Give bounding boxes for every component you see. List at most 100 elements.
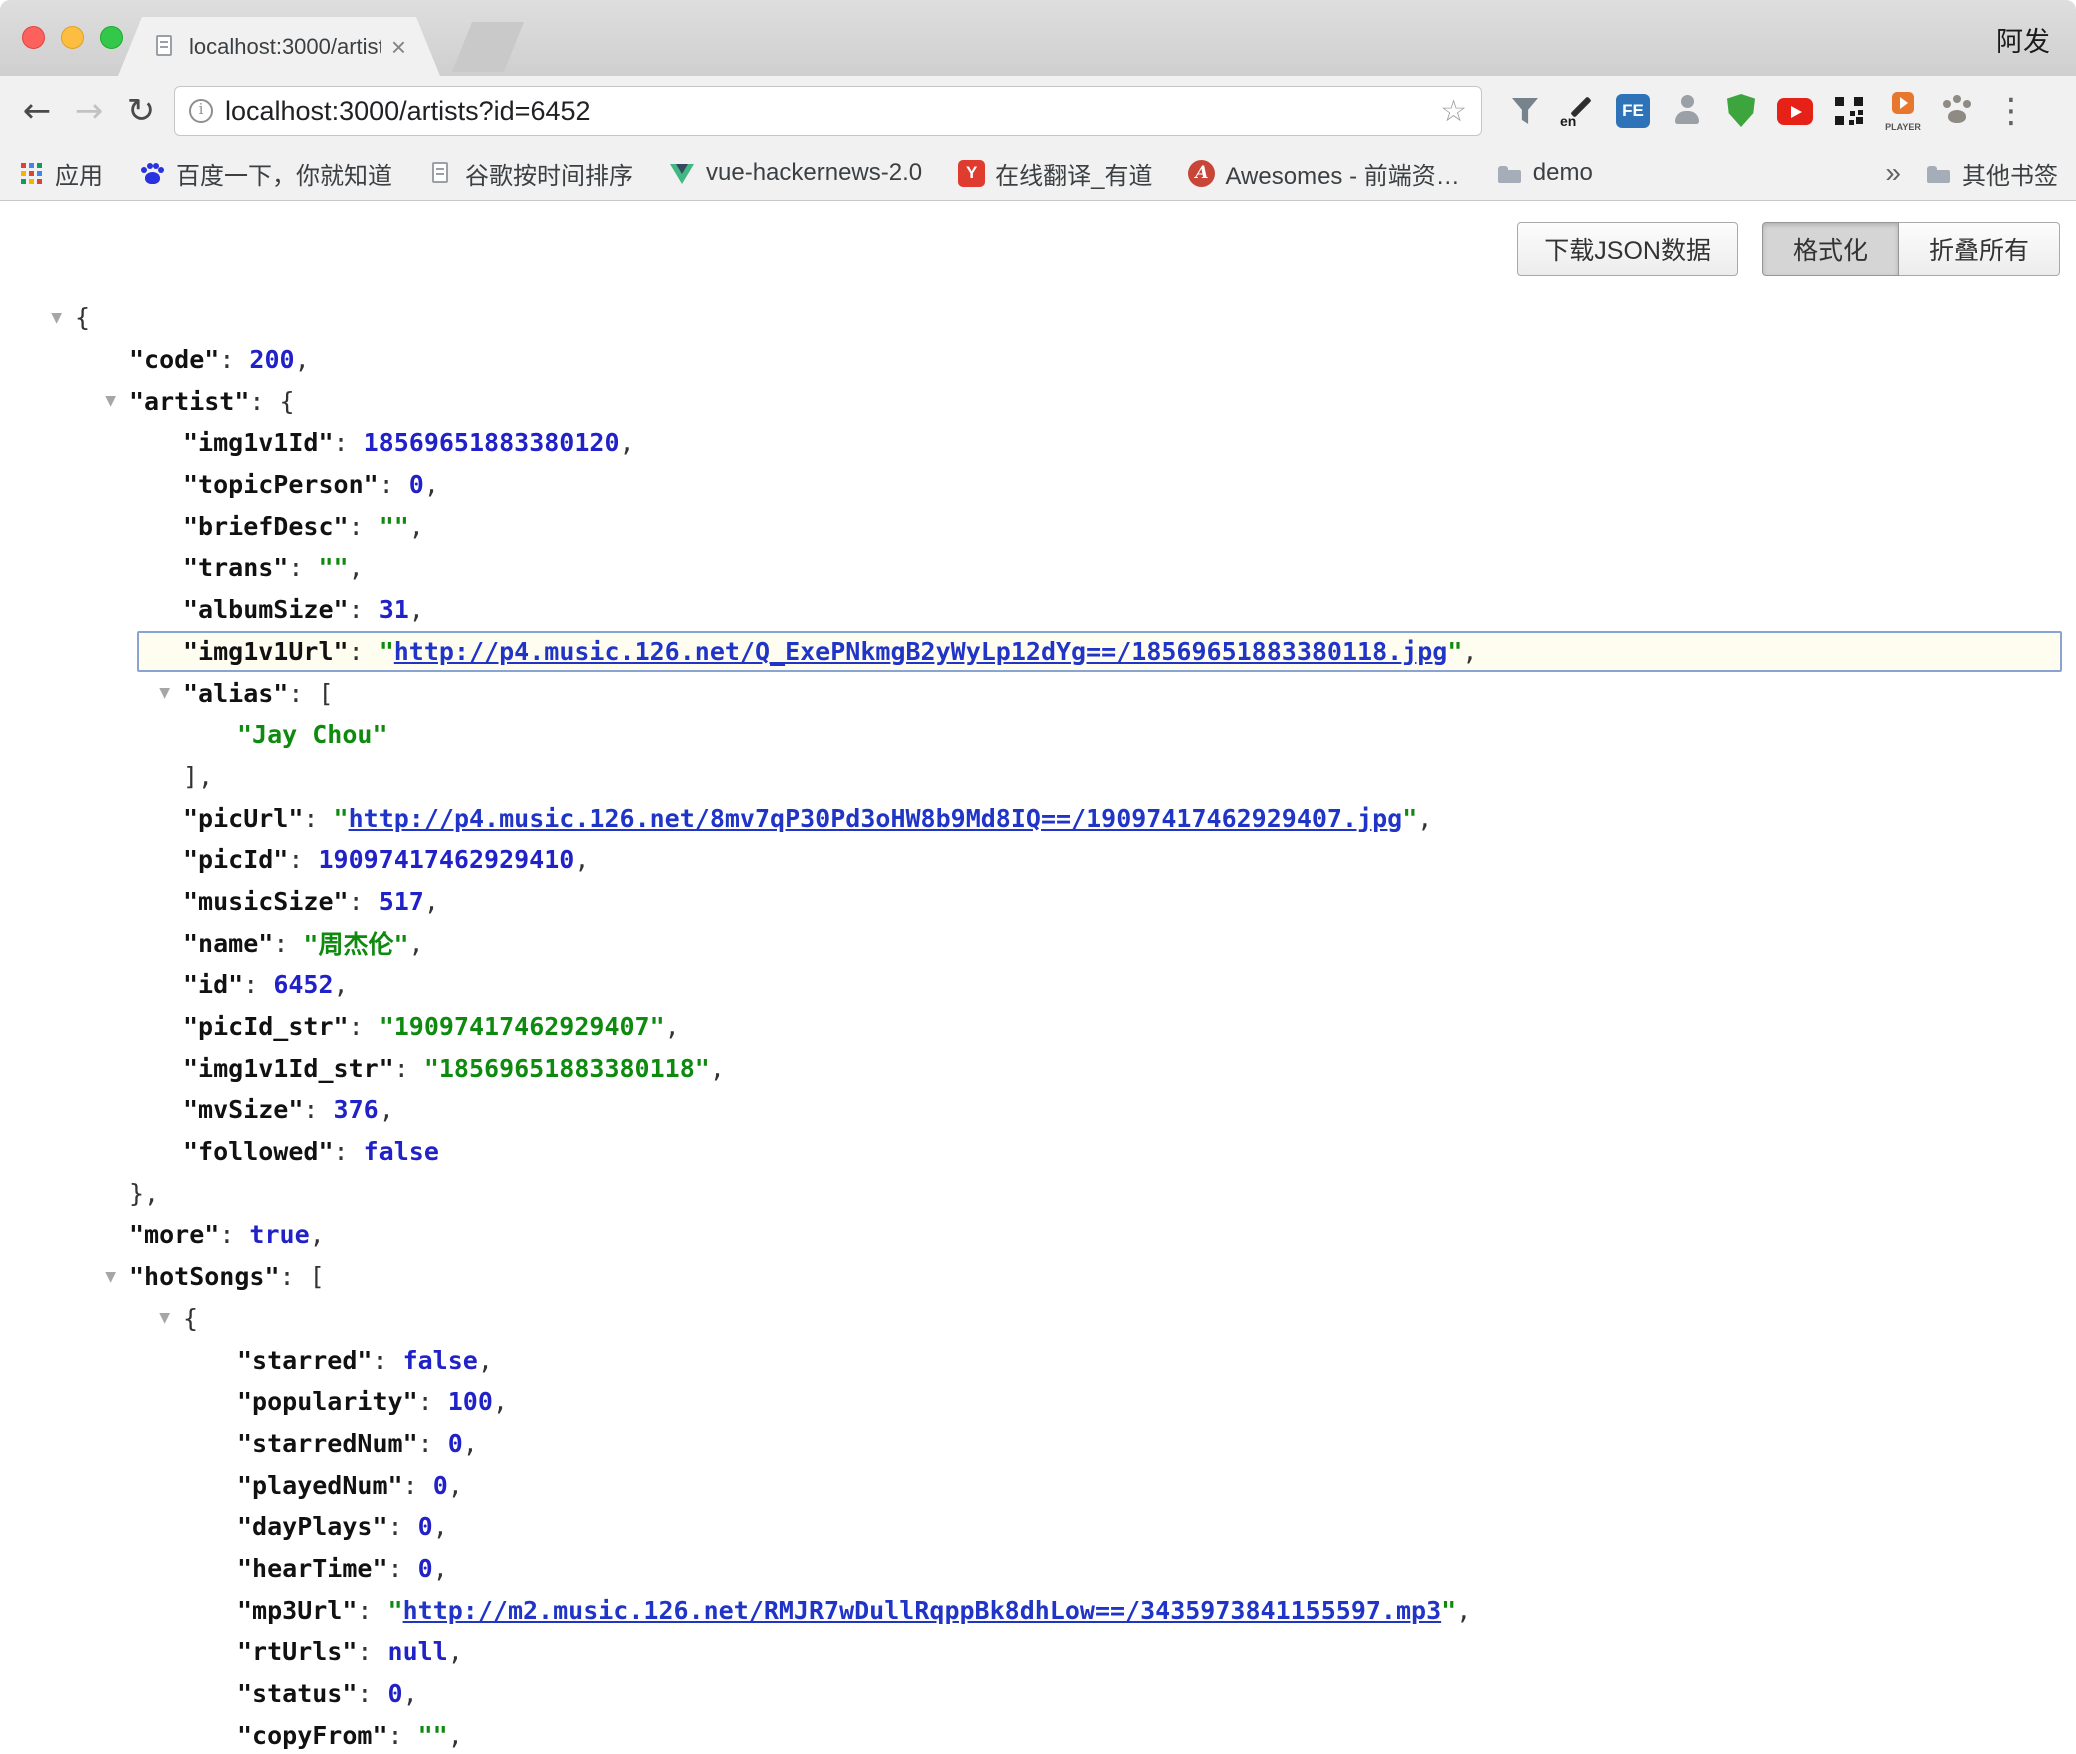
paw-extension-icon[interactable] [1934, 88, 1980, 134]
json-punctuation: : [357, 1637, 387, 1666]
json-key: "followed" [183, 1137, 334, 1166]
bookmark-item[interactable]: 百度一下，你就知道 [139, 156, 392, 191]
json-key: "mvSize" [183, 1095, 303, 1124]
collapse-toggle-icon[interactable]: ▼ [159, 685, 170, 701]
json-string: " [334, 804, 349, 833]
collapse-toggle-icon[interactable]: ▼ [105, 393, 116, 409]
translate-en-extension-icon[interactable]: en [1556, 88, 1602, 134]
json-punctuation: , [433, 1512, 448, 1541]
minimize-window-button[interactable] [61, 26, 84, 49]
bookmark-label: 应用 [55, 156, 103, 191]
json-punctuation: , [493, 1387, 508, 1416]
bookmark-item[interactable]: Y在线翻译_有道 [958, 156, 1152, 191]
funnel-extension-icon[interactable] [1502, 88, 1548, 134]
json-punctuation: , [1456, 1596, 1471, 1625]
json-punctuation: , [448, 1637, 463, 1666]
json-url-link[interactable]: http://m2.music.126.net/RMJR7wDullRqppBk… [403, 1596, 1442, 1625]
json-string: " [388, 1596, 403, 1625]
bookmark-item[interactable]: 谷歌按时间排序 [428, 156, 633, 191]
json-punctuation: , [1462, 637, 1477, 666]
browser-tab[interactable]: localhost:3000/artists?id=645 × [118, 17, 440, 76]
json-punctuation: : [357, 1596, 387, 1625]
json-key: "albumSize" [183, 595, 349, 624]
youtube-extension-icon[interactable] [1772, 88, 1818, 134]
json-punctuation: , [448, 1721, 463, 1750]
json-url-link[interactable]: http://p4.music.126.net/8mv7qP30Pd3oHW8b… [349, 804, 1403, 833]
bookmark-item[interactable]: vue-hackernews-2.0 [669, 159, 922, 187]
json-url-link[interactable]: http://p4.music.126.net/Q_ExePNkmgB2yWyL… [394, 637, 1448, 666]
json-line: "starredNum": 0, [0, 1423, 2076, 1465]
collapse-toggle-icon[interactable]: ▼ [51, 310, 62, 326]
json-punctuation: : [372, 1346, 402, 1375]
bookmark-label: 谷歌按时间排序 [465, 156, 633, 191]
json-line: "picId": 19097417462929410, [0, 839, 2076, 881]
close-window-button[interactable] [22, 26, 45, 49]
format-button[interactable]: 格式化 [1762, 222, 1899, 276]
json-number: 0 [418, 1512, 433, 1541]
bookmark-item[interactable]: demo [1496, 159, 1593, 187]
collapse-toggle-icon[interactable]: ▼ [105, 1269, 116, 1285]
json-line: "hearTime": 0, [0, 1548, 2076, 1590]
new-tab-button[interactable] [452, 22, 524, 72]
json-line: "copyFrom": "", [0, 1714, 2076, 1754]
collapse-toggle-icon[interactable]: ▼ [159, 1310, 170, 1326]
json-number: 376 [334, 1095, 379, 1124]
profile-name[interactable]: 阿发 [1996, 20, 2050, 59]
bookmark-star-icon[interactable]: ☆ [1440, 94, 1467, 129]
json-line: "playedNum": 0, [0, 1464, 2076, 1506]
bookmark-item[interactable]: AAwesomes - 前端资… [1188, 156, 1459, 191]
download-json-button[interactable]: 下载JSON数据 [1517, 222, 1738, 276]
json-punctuation: : [349, 512, 379, 541]
qrcode-extension-icon[interactable] [1826, 88, 1872, 134]
json-line: }, [0, 1172, 2076, 1214]
json-punctuation: : [334, 428, 364, 457]
bookmark-label: demo [1533, 159, 1593, 187]
fullscreen-window-button[interactable] [100, 26, 123, 49]
bookmarks-overflow-icon[interactable]: » [1885, 157, 1901, 189]
bookmark-label: Awesomes - 前端资… [1225, 156, 1459, 191]
json-line: "img1v1Url": "http://p4.music.126.net/Q_… [0, 631, 2076, 673]
other-bookmarks-folder[interactable]: 其他书签 [1925, 156, 2058, 191]
collapse-all-button[interactable]: 折叠所有 [1899, 222, 2060, 276]
reload-icon[interactable]: ↻ [118, 88, 164, 134]
json-punctuation: : [418, 1429, 448, 1458]
json-line: "img1v1Id_str": "18569651883380118", [0, 1047, 2076, 1089]
shield-extension-icon[interactable] [1718, 88, 1764, 134]
json-line: "albumSize": 31, [0, 589, 2076, 631]
tab-strip: localhost:3000/artists?id=645 × 阿发 [0, 0, 2076, 76]
json-line: "code": 200, [0, 339, 2076, 381]
bookmark-item[interactable]: 应用 [18, 156, 103, 191]
json-string: " [1447, 637, 1462, 666]
json-line: "img1v1Id": 18569651883380120, [0, 422, 2076, 464]
site-info-icon[interactable] [189, 99, 213, 123]
browser-menu-icon[interactable]: ⋮ [1994, 91, 2028, 131]
player-extension-icon[interactable]: PLAYER [1880, 88, 1926, 134]
json-line: ▼"hotSongs": [ [0, 1256, 2076, 1298]
json-punctuation: : [379, 470, 409, 499]
json-key: "starred" [237, 1346, 372, 1375]
bookmark-label: vue-hackernews-2.0 [706, 159, 922, 187]
fe-extension-icon[interactable]: FE [1610, 88, 1656, 134]
json-line: ▼{ [0, 297, 2076, 339]
page-content: 下载JSON数据 格式化 折叠所有 ▼{"code": 200,▼"artist… [0, 202, 2076, 1754]
bookmarks-right: » 其他书签 [1885, 156, 2058, 191]
json-punctuation: , [424, 470, 439, 499]
json-key: "alias" [183, 679, 288, 708]
json-number: 0 [418, 1554, 433, 1583]
json-punctuation: , [310, 1220, 325, 1249]
json-punctuation: : [288, 845, 318, 874]
forward-icon[interactable]: → [66, 88, 112, 134]
person-extension-icon[interactable] [1664, 88, 1710, 134]
back-icon[interactable]: ← [14, 88, 60, 134]
json-line: ▼"alias": [ [0, 672, 2076, 714]
json-string: "周杰伦" [303, 925, 408, 961]
bookmark-label: 百度一下，你就知道 [176, 156, 392, 191]
json-key: "img1v1Id" [183, 428, 334, 457]
json-number: 100 [448, 1387, 493, 1416]
json-number: 6452 [273, 970, 333, 999]
json-string: " [1402, 804, 1417, 833]
json-number: 0 [433, 1471, 448, 1500]
address-bar[interactable]: localhost:3000/artists?id=6452 ☆ [174, 86, 1482, 136]
json-key: "dayPlays" [237, 1512, 388, 1541]
tab-close-icon[interactable]: × [391, 34, 406, 60]
